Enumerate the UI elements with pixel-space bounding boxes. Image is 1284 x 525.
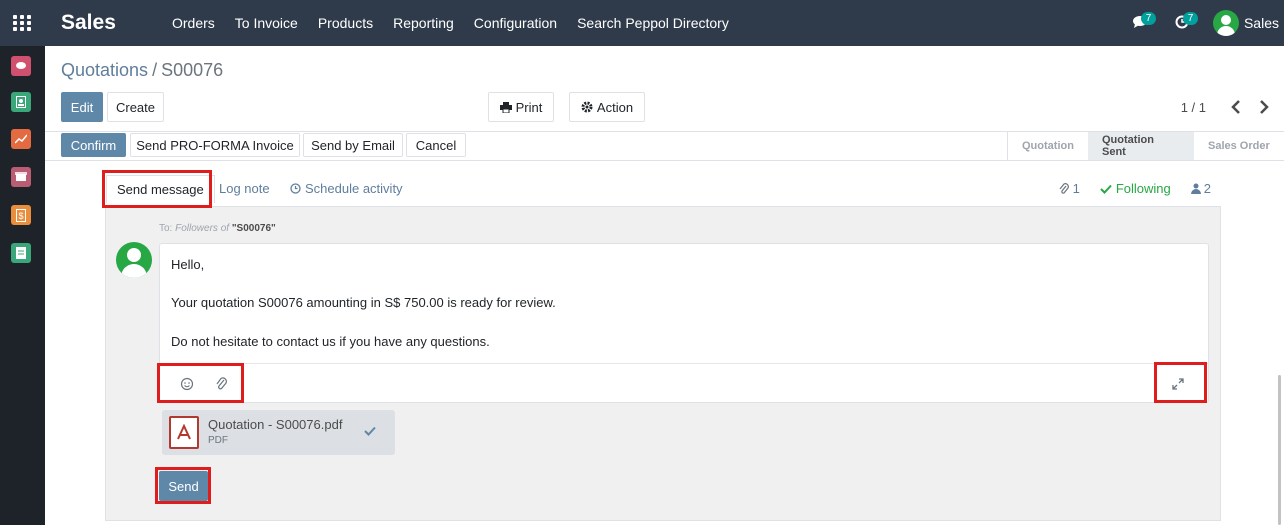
activities-badge: 7 bbox=[1182, 12, 1198, 25]
paperclip-icon bbox=[1059, 182, 1069, 194]
send-button[interactable]: Send bbox=[159, 471, 208, 501]
message-editor[interactable]: Hello, Your quotation S00076 amounting i… bbox=[159, 243, 1209, 403]
messages-badge: 7 bbox=[1140, 12, 1156, 25]
activities-menu[interactable]: 7 bbox=[1171, 0, 1201, 46]
messages-menu[interactable]: 7 bbox=[1129, 0, 1159, 46]
breadcrumb: Quotations / S00076 bbox=[61, 60, 223, 81]
user-avatar bbox=[1212, 10, 1239, 36]
pager-value[interactable]: 1 / 1 bbox=[1181, 100, 1206, 115]
main-menu: Orders To Invoice Products Reporting Con… bbox=[162, 0, 739, 46]
message-composer: To: Followers of "S00076" Hello, Your qu… bbox=[105, 206, 1221, 521]
action-button[interactable]: Action bbox=[569, 92, 645, 122]
chatter-topbar-right: 1 Following 2 bbox=[1059, 181, 1211, 196]
composer-toolbar bbox=[160, 363, 1208, 403]
action-label: Action bbox=[596, 99, 634, 115]
menu-item-products[interactable]: Products bbox=[308, 15, 383, 31]
follow-button[interactable]: Following bbox=[1100, 181, 1171, 196]
menu-item-to-invoice[interactable]: To Invoice bbox=[225, 15, 308, 31]
send-message-tab[interactable]: Send message bbox=[106, 175, 215, 203]
stage-quotation[interactable]: Quotation bbox=[1008, 132, 1088, 160]
paperclip-icon[interactable] bbox=[214, 376, 230, 392]
stage-sales-order[interactable]: Sales Order bbox=[1194, 132, 1284, 160]
svg-text:$: $ bbox=[19, 211, 24, 221]
attachments-counter[interactable]: 1 bbox=[1059, 181, 1080, 196]
check-icon bbox=[1100, 184, 1112, 194]
printer-icon bbox=[499, 101, 512, 113]
menu-item-configuration[interactable]: Configuration bbox=[464, 15, 567, 31]
breadcrumb-separator: / bbox=[152, 60, 158, 80]
to-record: "S00076" bbox=[231, 223, 276, 234]
apps-menu-icon[interactable] bbox=[13, 15, 31, 31]
expand-icon[interactable] bbox=[1170, 376, 1186, 392]
inventory-app-icon[interactable] bbox=[11, 167, 31, 187]
stage-bar: Quotation Quotation Sent Sales Order bbox=[1007, 132, 1284, 160]
confirm-button[interactable]: Confirm bbox=[61, 133, 126, 157]
message-line-3: Do not hesitate to contact us if you hav… bbox=[171, 334, 490, 349]
chatter: Send message Log note Schedule activity … bbox=[45, 161, 1284, 525]
breadcrumb-current: S00076 bbox=[161, 60, 224, 80]
cancel-button[interactable]: Cancel bbox=[406, 133, 466, 157]
followers-count: 2 bbox=[1203, 181, 1211, 196]
attachment-name: Quotation - S00076.pdf bbox=[208, 417, 343, 432]
top-navbar: Sales Orders To Invoice Products Reporti… bbox=[0, 0, 1284, 46]
schedule-activity-tab[interactable]: Schedule activity bbox=[290, 175, 403, 202]
attachment-type: PDF bbox=[208, 435, 228, 446]
following-label: Following bbox=[1115, 181, 1171, 196]
menu-item-orders[interactable]: Orders bbox=[162, 15, 225, 31]
attachment-card[interactable]: Quotation - S00076.pdf PDF bbox=[162, 410, 395, 455]
author-avatar bbox=[116, 242, 152, 278]
send-by-email-button[interactable]: Send by Email bbox=[303, 133, 403, 157]
contacts-app-icon[interactable] bbox=[11, 92, 31, 112]
crm-app-icon[interactable] bbox=[11, 129, 31, 149]
app-sidebar: $ bbox=[0, 46, 45, 525]
schedule-activity-label: Schedule activity bbox=[305, 181, 403, 196]
user-name: Sales bbox=[1243, 15, 1279, 31]
print-button[interactable]: Print bbox=[488, 92, 554, 122]
check-icon bbox=[364, 426, 376, 436]
stage-quotation-sent[interactable]: Quotation Sent bbox=[1088, 132, 1194, 160]
message-line-2: Your quotation S00076 amounting in S$ 75… bbox=[171, 295, 556, 310]
followers-button[interactable]: 2 bbox=[1190, 181, 1211, 196]
main-content: Quotations / S00076 Edit Create Print Acti… bbox=[45, 46, 1284, 525]
user-icon bbox=[1190, 183, 1201, 194]
recipients-line: To: Followers of "S00076" bbox=[159, 223, 276, 234]
gear-icon bbox=[581, 101, 593, 113]
page-scrollbar[interactable] bbox=[1278, 375, 1281, 525]
status-bar: Confirm Send PRO-FORMA Invoice Send by E… bbox=[45, 131, 1284, 161]
clock-icon bbox=[290, 183, 301, 194]
user-menu[interactable]: Sales bbox=[1212, 10, 1279, 36]
print-label: Print bbox=[515, 99, 543, 115]
discuss-app-icon[interactable] bbox=[11, 56, 31, 76]
chevron-left-icon[interactable] bbox=[1229, 98, 1243, 116]
to-prefix: To: bbox=[159, 223, 173, 234]
systray: 7 7 Sales bbox=[1129, 0, 1284, 46]
chevron-right-icon[interactable] bbox=[1257, 98, 1271, 116]
edit-button[interactable]: Edit bbox=[61, 92, 103, 122]
pdf-file-icon bbox=[169, 416, 199, 449]
to-followers: Followers of bbox=[175, 223, 230, 234]
attachments-count: 1 bbox=[1072, 181, 1080, 196]
create-button[interactable]: Create bbox=[107, 92, 164, 122]
menu-item-reporting[interactable]: Reporting bbox=[383, 15, 464, 31]
emoji-icon[interactable] bbox=[179, 376, 195, 392]
send-proforma-button[interactable]: Send PRO-FORMA Invoice bbox=[130, 133, 300, 157]
message-line-1: Hello, bbox=[171, 257, 205, 272]
log-note-tab[interactable]: Log note bbox=[219, 175, 270, 202]
documents-app-icon[interactable] bbox=[11, 243, 31, 263]
app-brand[interactable]: Sales bbox=[61, 11, 116, 35]
breadcrumb-quotations[interactable]: Quotations bbox=[61, 60, 148, 80]
menu-item-peppol[interactable]: Search Peppol Directory bbox=[567, 15, 739, 31]
invoicing-app-icon[interactable]: $ bbox=[11, 205, 31, 225]
